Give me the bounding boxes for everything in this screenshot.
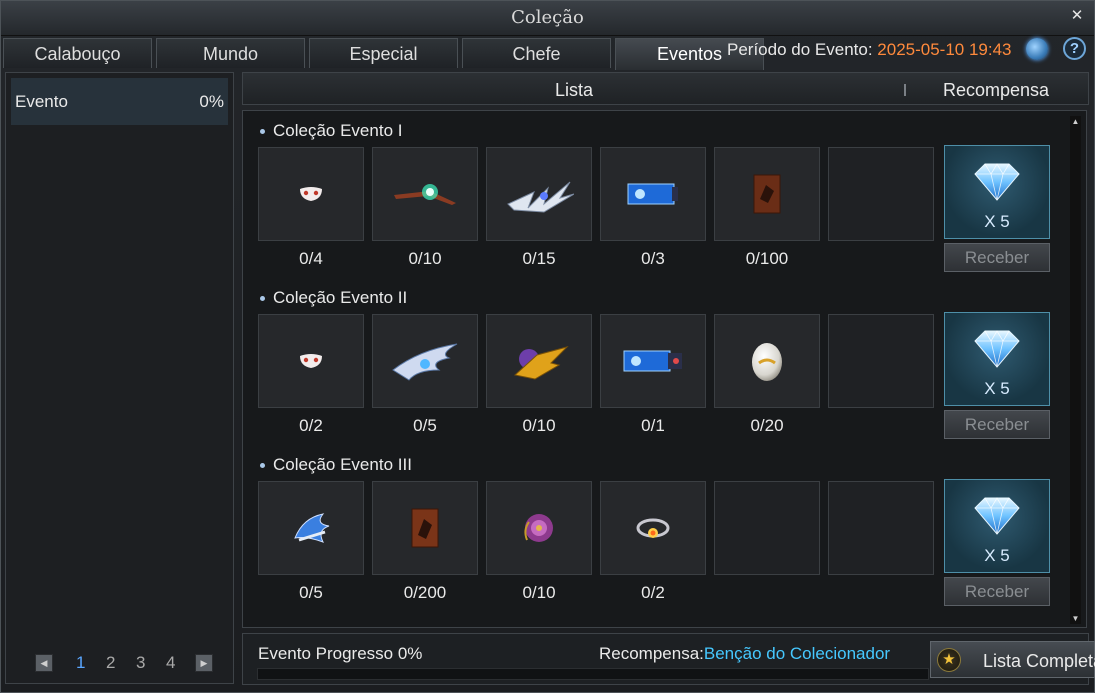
page-2[interactable]: 2: [106, 653, 115, 673]
event-period: Período do Evento: 2025-05-10 19:43: [727, 38, 1012, 62]
reward-slot[interactable]: X 5: [944, 312, 1050, 406]
blue-scroll-icon[interactable]: [600, 314, 706, 408]
item-count: 0/4: [299, 249, 323, 268]
receive-button[interactable]: Receber: [944, 577, 1050, 606]
reward-quantity: X 5: [984, 212, 1010, 231]
purple-flower-icon[interactable]: [486, 481, 592, 575]
empty-slot: [714, 481, 820, 575]
blue-blade-icon[interactable]: [372, 314, 478, 408]
reward-quantity: X 5: [984, 379, 1010, 398]
footer-reward: Recompensa:Benção do Colecionador: [599, 644, 890, 664]
window-titlebar: Coleção: [1, 1, 1094, 36]
item-count: 0/2: [641, 583, 665, 602]
golden-weapon-icon[interactable]: [486, 314, 592, 408]
collection-group-3: Coleção Evento III 0/5 0/200 0/10 0/2 X …: [250, 455, 1060, 615]
empty-slot: [828, 314, 934, 408]
collection-group-2: Coleção Evento II 0/2 0/5 0/10 0/1 0/20 …: [250, 288, 1060, 448]
item-count: 0/10: [408, 249, 442, 268]
item-count: 0/15: [522, 249, 556, 268]
category-name: Evento: [15, 92, 68, 111]
collection-group-1: Coleção Evento I 0/4 0/10 0/15 0/3 0/100…: [250, 121, 1060, 281]
event-progress-bar: [257, 668, 929, 680]
empty-slot: [828, 481, 934, 575]
receive-button[interactable]: Receber: [944, 243, 1050, 272]
pager: ◀ 1 2 3 4 ▶: [6, 651, 235, 675]
item-count: 0/1: [641, 416, 665, 435]
help-icon[interactable]: ?: [1063, 37, 1086, 60]
collection-title-text: Coleção Evento I: [273, 121, 403, 140]
tab-mundo[interactable]: Mundo: [156, 38, 305, 68]
page-4[interactable]: 4: [166, 653, 175, 673]
egg-icon[interactable]: [714, 314, 820, 408]
collection-title: Coleção Evento I: [260, 121, 402, 141]
item-count: 0/20: [750, 416, 784, 435]
tab-calabouco[interactable]: Calabouço: [3, 38, 152, 68]
footer-reward-name: Benção do Colecionador: [703, 644, 891, 663]
reward-quantity: X 5: [984, 546, 1010, 565]
item-count: 0/10: [522, 416, 556, 435]
silver-wing-icon[interactable]: [486, 147, 592, 241]
empty-slot: [828, 147, 934, 241]
blue-dragon-icon[interactable]: [258, 481, 364, 575]
item-count: 0/5: [413, 416, 437, 435]
prev-page-icon[interactable]: ◀: [35, 654, 53, 672]
bullet-icon: [260, 129, 265, 135]
bullet-icon: [260, 296, 265, 302]
item-count: 0/200: [403, 583, 447, 602]
item-count: 0/2: [299, 416, 323, 435]
event-period-date: 2025-05-10 19:43: [877, 40, 1012, 59]
footer-reward-label: Recompensa:: [599, 644, 704, 663]
scrollbar[interactable]: ▲ ▼: [1070, 116, 1081, 624]
brown-card-icon[interactable]: [714, 147, 820, 241]
event-progress-text: Evento Progresso 0%: [258, 644, 423, 663]
category-percent: 0%: [199, 92, 224, 111]
scroll-down-icon[interactable]: ▼: [1070, 613, 1081, 624]
tab-chefe[interactable]: Chefe: [462, 38, 611, 68]
collection-title-text: Coleção Evento II: [273, 288, 408, 307]
mask-icon[interactable]: [258, 147, 364, 241]
page-3[interactable]: 3: [136, 653, 145, 673]
receive-button[interactable]: Receber: [944, 410, 1050, 439]
brown-card-icon[interactable]: [372, 481, 478, 575]
event-gem-icon: [1026, 38, 1048, 60]
category-item-evento[interactable]: Evento 0%: [11, 78, 228, 125]
category-panel: Evento 0% ◀ 1 2 3 4 ▶: [5, 72, 234, 684]
scroll-up-icon[interactable]: ▲: [1070, 116, 1081, 127]
reward-column-header: Recompensa: [943, 80, 1050, 100]
bullet-icon: [260, 463, 265, 469]
item-count: 0/100: [745, 249, 789, 268]
star-icon: ★: [937, 648, 961, 672]
blue-scroll-icon[interactable]: [600, 147, 706, 241]
window-title: Coleção: [511, 7, 584, 28]
collection-title: Coleção Evento II: [260, 288, 407, 308]
collection-title: Coleção Evento III: [260, 455, 412, 475]
mask-icon[interactable]: [258, 314, 364, 408]
item-count: 0/10: [522, 583, 556, 602]
full-list-label: Lista Completa: [983, 651, 1095, 671]
page-1[interactable]: 1: [76, 653, 85, 673]
ring-icon[interactable]: [600, 481, 706, 575]
list-column-header: Lista: [555, 80, 594, 100]
tab-especial[interactable]: Especial: [309, 38, 458, 68]
event-period-label: Período do Evento:: [727, 40, 873, 59]
full-list-button[interactable]: ★ Lista Completa: [930, 641, 1095, 678]
next-page-icon[interactable]: ▶: [195, 654, 213, 672]
reward-slot[interactable]: X 5: [944, 145, 1050, 239]
item-count: 0/5: [299, 583, 323, 602]
glowing-crossbow-icon[interactable]: [372, 147, 478, 241]
close-icon[interactable]: ✕: [1068, 7, 1086, 25]
collection-title-text: Coleção Evento III: [273, 455, 412, 474]
reward-slot[interactable]: X 5: [944, 479, 1050, 573]
item-count: 0/3: [641, 249, 665, 268]
list-header: Lista Recompensa: [242, 72, 1089, 105]
header-divider: [904, 84, 906, 96]
